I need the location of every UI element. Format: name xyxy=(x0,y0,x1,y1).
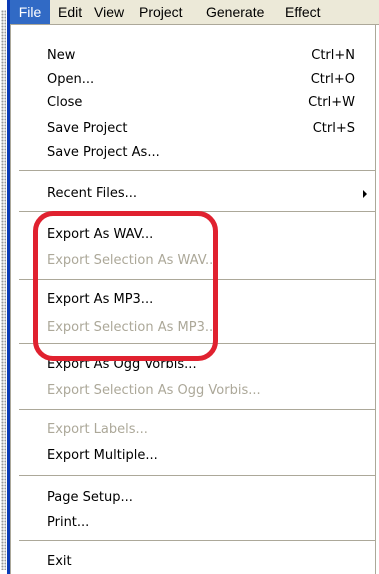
menu-item-open[interactable]: Open... xyxy=(47,69,94,91)
menu-item-export-mp3[interactable]: Export As MP3... xyxy=(47,289,153,311)
menu-separator xyxy=(19,279,375,280)
shortcut-new: Ctrl+N xyxy=(311,48,355,63)
shortcut-save-project: Ctrl+S xyxy=(312,121,355,136)
menu-item-export-selection-wav: Export Selection As WAV... xyxy=(47,253,218,268)
menu-item-exit[interactable]: Exit xyxy=(47,551,72,573)
menu-item-export-selection-ogg: Export Selection As Ogg Vorbis... xyxy=(47,383,261,398)
menu-file[interactable]: File xyxy=(10,0,50,24)
menu-item-save-project[interactable]: Save Project xyxy=(47,118,128,140)
menu-item-new[interactable]: New xyxy=(47,45,75,67)
menu-item-recent-files[interactable]: Recent Files... xyxy=(47,183,137,205)
file-menu-dropdown: New Ctrl+N Open... Ctrl+O Close Ctrl+W S… xyxy=(10,25,376,574)
menu-project[interactable]: Project xyxy=(139,0,183,24)
submenu-arrow-icon xyxy=(363,190,367,198)
left-window-strip xyxy=(0,0,10,574)
shortcut-close: Ctrl+W xyxy=(308,95,355,110)
menu-separator xyxy=(19,409,375,410)
shortcut-open: Ctrl+O xyxy=(310,72,355,87)
menu-item-export-selection-mp3: Export Selection As MP3... xyxy=(47,320,218,335)
menu-separator xyxy=(19,540,375,541)
menu-item-export-labels: Export Labels... xyxy=(47,422,148,437)
menu-item-print[interactable]: Print... xyxy=(47,512,89,534)
menu-generate[interactable]: Generate xyxy=(206,0,264,24)
menu-separator xyxy=(19,475,375,476)
menu-edit[interactable]: Edit xyxy=(58,0,82,24)
menu-bar: File Edit View Project Generate Effect xyxy=(10,0,379,25)
menu-effect[interactable]: Effect xyxy=(285,0,321,24)
menu-item-export-ogg[interactable]: Export As Ogg Vorbis... xyxy=(47,354,197,376)
menu-separator xyxy=(19,211,375,212)
dotted-grip xyxy=(1,10,6,570)
menu-item-save-project-as[interactable]: Save Project As... xyxy=(47,142,160,164)
menu-item-close[interactable]: Close xyxy=(47,92,82,114)
menu-separator xyxy=(19,343,375,344)
menu-item-page-setup[interactable]: Page Setup... xyxy=(47,487,133,509)
menu-view[interactable]: View xyxy=(94,0,124,24)
menu-item-export-multiple[interactable]: Export Multiple... xyxy=(47,445,158,467)
menu-separator xyxy=(19,170,375,171)
menu-item-export-wav[interactable]: Export As WAV... xyxy=(47,224,153,246)
